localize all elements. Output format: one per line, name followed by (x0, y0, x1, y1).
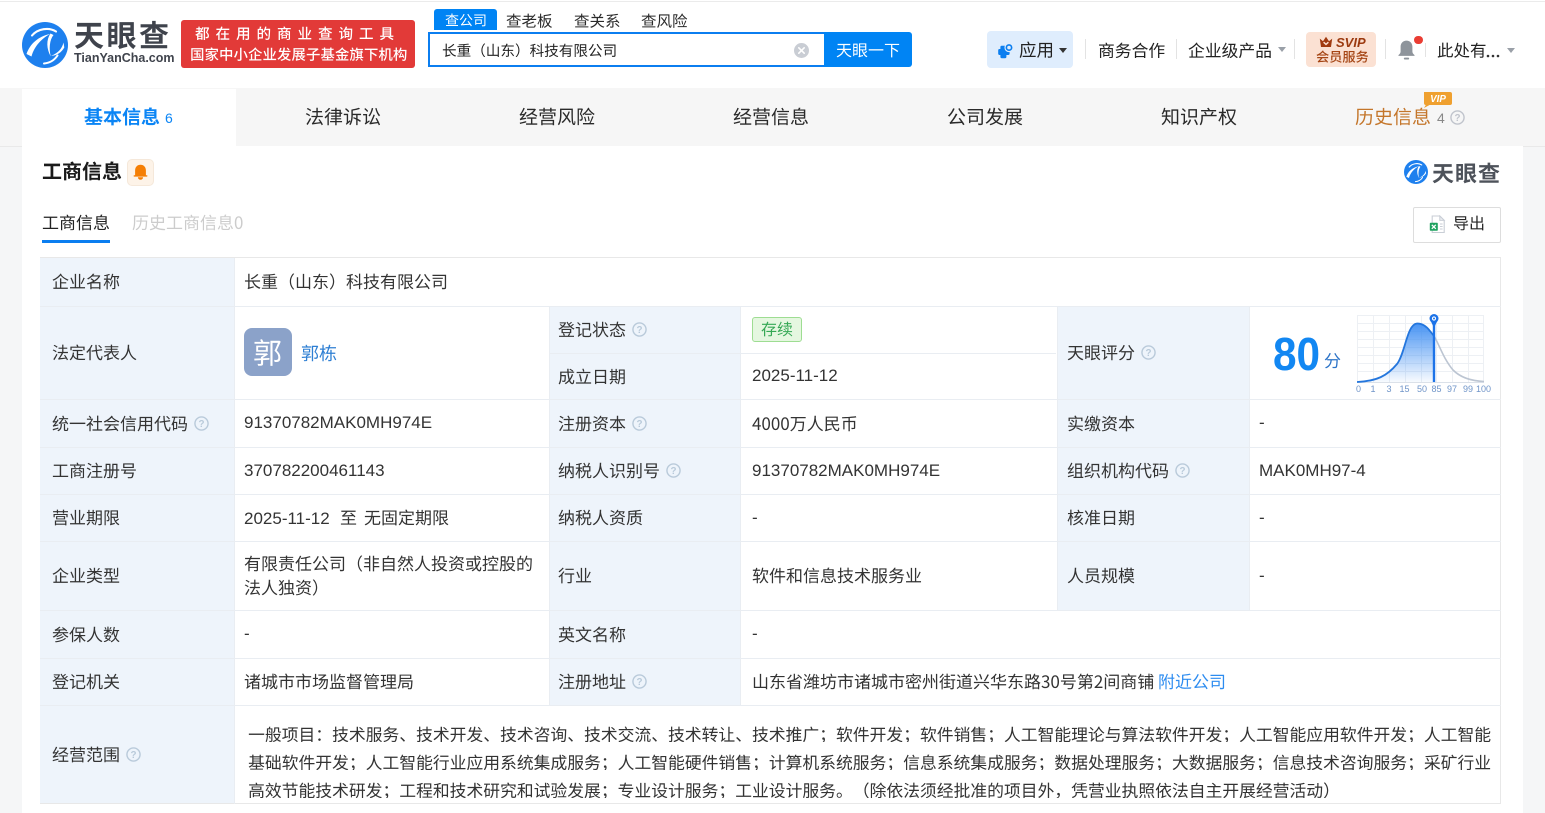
svg-text:?: ? (1145, 348, 1151, 359)
svg-text:?: ? (636, 419, 642, 430)
svg-text:?: ? (1179, 466, 1185, 477)
svg-text:?: ? (636, 677, 642, 688)
svg-text:VIP: VIP (1430, 94, 1446, 105)
svg-text:?: ? (130, 750, 136, 761)
svg-text:?: ? (198, 419, 204, 430)
svg-text:?: ? (636, 325, 642, 336)
svg-text:?: ? (670, 466, 676, 477)
svg-text:?: ? (1454, 113, 1460, 124)
